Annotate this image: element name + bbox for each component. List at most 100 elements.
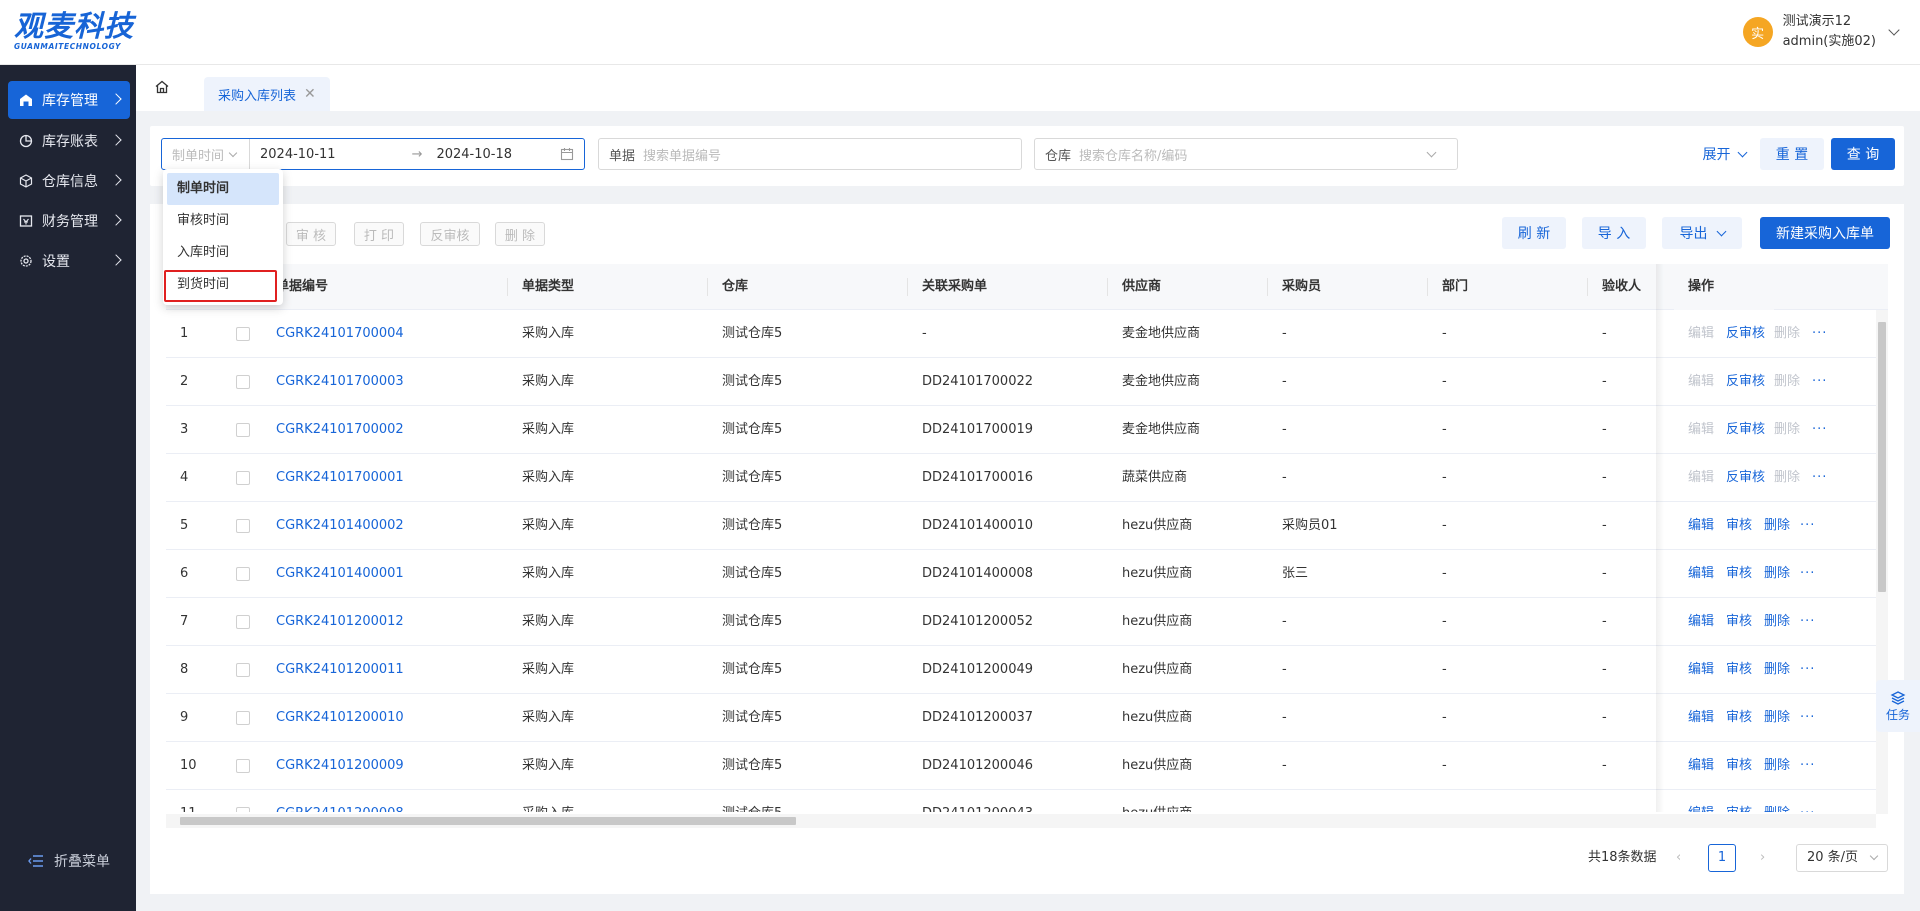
ellipsis-icon[interactable]: ···	[1800, 790, 1815, 812]
edit-link[interactable]: 编辑	[1688, 550, 1714, 598]
close-icon[interactable]: ✕	[304, 86, 316, 102]
ellipsis-icon[interactable]: ···	[1800, 694, 1815, 742]
warehouse-select-field[interactable]: 仓库 搜索仓库名称/编码	[1034, 138, 1458, 170]
import-button[interactable]: 导 入	[1582, 217, 1646, 249]
refresh-button[interactable]: 刷 新	[1502, 217, 1566, 249]
unaudit-link[interactable]: 反审核	[1726, 454, 1765, 502]
cell-code[interactable]: CGRK24101200011	[262, 646, 404, 694]
delete-link[interactable]: 删除	[1764, 550, 1790, 598]
audit-link[interactable]: 审核	[1726, 502, 1752, 550]
doc-search-input[interactable]: 搜索单据编号	[643, 145, 721, 164]
ellipsis-icon[interactable]: ···	[1800, 646, 1815, 694]
scroll-thumb[interactable]	[1878, 322, 1886, 592]
ellipsis-icon[interactable]: ···	[1812, 454, 1827, 502]
company-logo[interactable]: 观麦科技 GUANMAITECHNOLOGY	[14, 10, 146, 54]
cell-code[interactable]: CGRK24101700003	[262, 358, 404, 406]
ellipsis-icon[interactable]: ···	[1800, 742, 1815, 790]
delete-link[interactable]: 删除	[1764, 502, 1790, 550]
edit-link[interactable]: 编辑	[1688, 502, 1714, 550]
unaudit-link[interactable]: 反审核	[1726, 406, 1765, 454]
date-type-option-inbound[interactable]: 入库时间	[167, 237, 279, 269]
edit-link[interactable]: 编辑	[1688, 406, 1714, 454]
row-checkbox[interactable]	[236, 375, 250, 389]
delete-link[interactable]: 删除	[1764, 742, 1790, 790]
page-number-button[interactable]: 1	[1708, 844, 1736, 872]
edit-link[interactable]: 编辑	[1688, 310, 1714, 358]
collapse-menu-button[interactable]: 折叠菜单	[28, 851, 110, 871]
date-type-option-created[interactable]: 制单时间	[167, 173, 279, 205]
sidebar-item-finance[interactable]: 财务管理	[8, 202, 130, 240]
sidebar-item-warehouse-info[interactable]: 仓库信息	[8, 162, 130, 200]
date-type-option-audited[interactable]: 审核时间	[167, 205, 279, 237]
row-checkbox[interactable]	[236, 423, 250, 437]
edit-link[interactable]: 编辑	[1688, 646, 1714, 694]
delete-link[interactable]: 删除	[1764, 790, 1790, 812]
cell-code[interactable]: CGRK24101200012	[262, 598, 404, 646]
row-checkbox[interactable]	[236, 327, 250, 341]
user-menu[interactable]: 实 测试演示12 admin(实施02)	[1743, 11, 1898, 53]
sidebar-item-settings[interactable]: 设置	[8, 242, 130, 280]
row-checkbox[interactable]	[236, 663, 250, 677]
date-range-field[interactable]: 制单时间 2024-10-11 → 2024-10-18	[161, 138, 585, 170]
date-start-input[interactable]: 2024-10-11	[260, 147, 336, 162]
row-checkbox[interactable]	[236, 807, 250, 812]
cell-code[interactable]: CGRK24101200010	[262, 694, 404, 742]
sidebar-item-inventory[interactable]: 库存管理	[8, 81, 130, 119]
export-button[interactable]: 导出	[1662, 217, 1742, 249]
cell-code[interactable]: CGRK24101200008	[262, 790, 404, 812]
cell-code[interactable]: CGRK24101400001	[262, 550, 404, 598]
row-checkbox[interactable]	[236, 471, 250, 485]
tab-purchase-inbound-list[interactable]: 采购入库列表 ✕	[204, 77, 330, 111]
row-checkbox[interactable]	[236, 711, 250, 725]
create-inbound-button[interactable]: 新建采购入库单	[1760, 217, 1890, 249]
audit-link[interactable]: 审核	[1726, 646, 1752, 694]
cell-code[interactable]: CGRK24101200009	[262, 742, 404, 790]
row-checkbox[interactable]	[236, 567, 250, 581]
prev-page-button[interactable]: ‹	[1676, 844, 1681, 872]
delete-link[interactable]: 删除	[1764, 598, 1790, 646]
row-checkbox[interactable]	[236, 759, 250, 773]
edit-link[interactable]: 编辑	[1688, 790, 1714, 812]
edit-link[interactable]: 编辑	[1688, 454, 1714, 502]
batch-delete-button[interactable]: 删 除	[495, 222, 545, 246]
unaudit-link[interactable]: 反审核	[1726, 310, 1765, 358]
search-button[interactable]: 查 询	[1831, 138, 1895, 170]
edit-link[interactable]: 编辑	[1688, 694, 1714, 742]
horizontal-scrollbar[interactable]	[166, 814, 1876, 828]
date-type-select[interactable]: 制单时间	[162, 139, 250, 169]
edit-link[interactable]: 编辑	[1688, 598, 1714, 646]
sidebar-item-inventory-report[interactable]: 库存账表	[8, 122, 130, 160]
audit-link[interactable]: 审核	[1726, 742, 1752, 790]
audit-link[interactable]: 审核	[1726, 550, 1752, 598]
cell-code[interactable]: CGRK24101700004	[262, 310, 404, 358]
date-end-input[interactable]: 2024-10-18	[436, 147, 512, 162]
row-checkbox[interactable]	[236, 615, 250, 629]
ellipsis-icon[interactable]: ···	[1812, 310, 1827, 358]
doc-search-field[interactable]: 单据 搜索单据编号	[598, 138, 1022, 170]
vertical-scrollbar[interactable]	[1876, 310, 1888, 814]
expand-button[interactable]: 展开	[1696, 138, 1752, 170]
batch-audit-button[interactable]: 审 核	[286, 222, 336, 246]
cell-code[interactable]: CGRK24101400002	[262, 502, 404, 550]
edit-link[interactable]: 编辑	[1688, 742, 1714, 790]
home-icon[interactable]	[154, 79, 174, 99]
delete-link[interactable]: 删除	[1774, 358, 1800, 406]
ellipsis-icon[interactable]: ···	[1800, 550, 1815, 598]
next-page-button[interactable]: ›	[1760, 844, 1765, 872]
batch-unaudit-button[interactable]: 反审核	[420, 222, 480, 246]
warehouse-search-input[interactable]: 搜索仓库名称/编码	[1079, 145, 1187, 164]
delete-link[interactable]: 删除	[1764, 646, 1790, 694]
ellipsis-icon[interactable]: ···	[1812, 406, 1827, 454]
audit-link[interactable]: 审核	[1726, 790, 1752, 812]
batch-print-button[interactable]: 打 印	[354, 222, 404, 246]
scroll-thumb[interactable]	[180, 817, 796, 825]
ellipsis-icon[interactable]: ···	[1800, 502, 1815, 550]
delete-link[interactable]: 删除	[1774, 310, 1800, 358]
row-checkbox[interactable]	[236, 519, 250, 533]
cell-code[interactable]: CGRK24101700002	[262, 406, 404, 454]
delete-link[interactable]: 删除	[1764, 694, 1790, 742]
ellipsis-icon[interactable]: ···	[1812, 358, 1827, 406]
audit-link[interactable]: 审核	[1726, 598, 1752, 646]
cell-code[interactable]: CGRK24101700001	[262, 454, 404, 502]
delete-link[interactable]: 删除	[1774, 406, 1800, 454]
